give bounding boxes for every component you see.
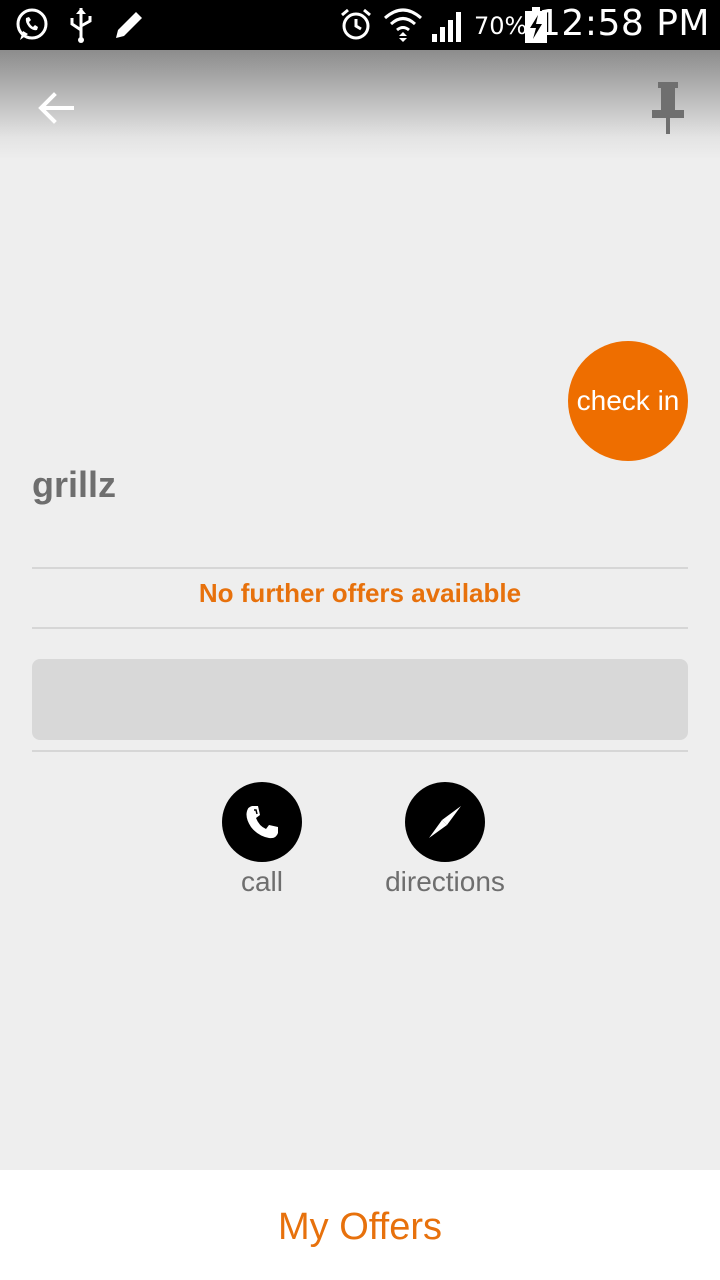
my-offers-button[interactable]: My Offers <box>278 1206 442 1249</box>
directions-circle <box>405 782 485 862</box>
offer-placeholder <box>32 659 688 740</box>
pin-icon <box>652 82 684 134</box>
signal-icon <box>432 12 461 42</box>
call-button[interactable]: call <box>202 782 322 898</box>
pin-button[interactable] <box>636 76 700 140</box>
call-label: call <box>240 866 283 897</box>
bottom-bar: My Offers <box>0 1170 720 1280</box>
battery-percent: 70% <box>474 12 528 40</box>
pencil-icon <box>116 12 142 38</box>
status-bar: 70% 12:58 PM <box>0 0 720 50</box>
back-button[interactable] <box>28 80 84 136</box>
divider <box>32 750 688 752</box>
divider <box>32 567 688 569</box>
toolbar <box>0 50 720 160</box>
wifi-icon <box>384 8 422 42</box>
venue-name: grillz <box>32 464 117 505</box>
usb-icon <box>70 8 92 43</box>
directions-label: directions <box>385 866 505 897</box>
directions-button[interactable]: directions <box>365 782 525 898</box>
offers-status: No further offers available <box>198 578 522 608</box>
call-circle <box>222 782 302 862</box>
alarm-icon <box>341 8 371 40</box>
compass-icon <box>429 806 461 838</box>
check-in-label: check in <box>576 385 680 416</box>
divider <box>32 627 688 629</box>
check-in-button[interactable]: check in <box>568 341 688 461</box>
whatsapp-icon <box>16 8 48 40</box>
status-time: 12:58 PM <box>538 3 710 44</box>
phone-icon <box>246 806 278 839</box>
arrow-back-icon <box>38 92 74 124</box>
